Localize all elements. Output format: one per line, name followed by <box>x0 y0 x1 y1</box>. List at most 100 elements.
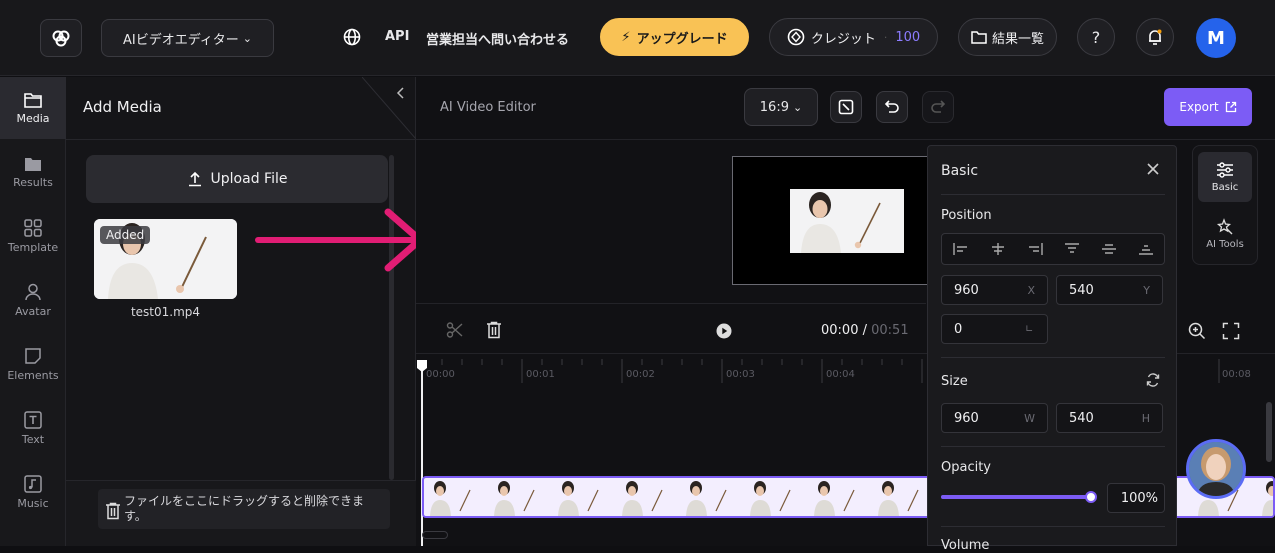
opacity-value: 100% <box>1120 490 1158 506</box>
export-label: Export <box>1179 100 1219 114</box>
position-y-suffix: Y <box>1143 283 1150 297</box>
logo-button[interactable] <box>40 19 82 57</box>
credits-button[interactable]: クレジット · 100 <box>769 18 938 56</box>
delete-clip-button[interactable] <box>486 321 502 343</box>
angle-icon: ∟ <box>1025 323 1034 335</box>
added-badge: Added <box>100 226 151 244</box>
grid-icon <box>24 218 42 237</box>
opacity-slider-fill <box>941 495 1091 499</box>
redo-button[interactable] <box>922 91 954 123</box>
nav-text[interactable]: Text <box>0 397 66 459</box>
playhead-handle[interactable] <box>416 359 428 373</box>
align-left-icon[interactable] <box>952 243 969 255</box>
results-list-button[interactable]: 結果一覧 <box>958 18 1057 56</box>
editor-title: AI Video Editor <box>440 100 536 115</box>
refresh-icon <box>1146 373 1160 387</box>
canvas-divider <box>416 303 926 304</box>
chevron-down-icon: ⌄ <box>242 31 253 45</box>
size-width-field[interactable]: 960 W <box>941 403 1048 433</box>
nav-elements[interactable]: Elements <box>0 333 66 395</box>
panel-title: Add Media <box>83 98 162 116</box>
nav-avatar-label: Avatar <box>15 304 51 318</box>
export-button[interactable]: Export <box>1164 88 1252 126</box>
nav-template[interactable]: Template <box>0 205 66 267</box>
folder-icon <box>971 31 987 44</box>
position-x-value: 960 <box>954 282 979 298</box>
nav-results[interactable]: Results <box>0 141 66 203</box>
size-height-field[interactable]: 540 H <box>1056 403 1163 433</box>
nav-music[interactable]: Music <box>0 461 66 523</box>
nav-media[interactable]: Media <box>0 77 66 139</box>
position-y-field[interactable]: 540 Y <box>1056 275 1163 305</box>
align-center-h-icon[interactable] <box>990 243 1006 255</box>
app-switcher-label: AIビデオエディター <box>122 32 239 48</box>
trash-icon <box>106 502 120 520</box>
time-separator: / <box>858 323 872 338</box>
playhead[interactable] <box>421 360 423 546</box>
collapse-panel-button[interactable] <box>362 77 416 139</box>
contact-sales-link[interactable]: 営業担当へ問い合わせる <box>426 29 569 48</box>
undo-button[interactable] <box>876 91 908 123</box>
upload-file-label: Upload File <box>210 171 288 187</box>
chevron-left-icon <box>396 87 404 99</box>
align-top-icon[interactable] <box>1064 243 1080 255</box>
chevron-down-icon: ⌄ <box>792 100 803 114</box>
tick-1: 00:01 <box>526 369 555 380</box>
media-thumbnail[interactable]: Added <box>94 219 237 299</box>
credits-label: クレジット <box>810 31 876 47</box>
opacity-value-field[interactable]: 100% <box>1107 483 1165 513</box>
play-icon <box>716 323 732 339</box>
size-height-value: 540 <box>1069 410 1094 426</box>
close-panel-button[interactable] <box>1146 161 1160 180</box>
align-bottom-icon[interactable] <box>1138 243 1154 255</box>
notifications-button[interactable] <box>1136 18 1174 56</box>
user-avatar-letter: M <box>1207 27 1225 49</box>
play-button[interactable] <box>716 323 732 343</box>
drop-hint-text: ファイルをここにドラッグすると削除できます。 <box>124 494 365 523</box>
lock-ratio-button[interactable] <box>1145 372 1161 392</box>
external-link-icon <box>1225 101 1236 113</box>
upgrade-button[interactable]: ⚡︎ アップグレード <box>600 18 749 56</box>
assistant-avatar-button[interactable] <box>1186 439 1246 499</box>
fullscreen-button[interactable] <box>1222 322 1240 344</box>
tool-basic[interactable]: Basic <box>1198 152 1252 202</box>
scissors-icon <box>446 322 463 338</box>
editor-header-divider <box>416 139 1275 140</box>
zoom-in-button[interactable] <box>1188 322 1206 344</box>
position-label: Position <box>941 208 992 223</box>
preview-video-frame[interactable] <box>790 189 904 253</box>
drag-arrow-annotation <box>255 208 424 272</box>
opacity-slider-handle[interactable] <box>1085 491 1097 503</box>
user-avatar[interactable]: M <box>1196 18 1236 58</box>
app-switcher-dropdown[interactable]: AIビデオエディター ⌄ <box>101 19 274 57</box>
left-nav: Media Results Template Avatar Elements T… <box>0 77 66 546</box>
fullscreen-icon <box>1222 322 1240 340</box>
rotation-field[interactable]: 0 ∟ <box>941 314 1048 344</box>
help-button[interactable]: ? <box>1077 18 1115 56</box>
align-middle-icon[interactable] <box>1101 243 1117 255</box>
nav-template-label: Template <box>7 240 59 254</box>
delete-drop-zone[interactable]: ファイルをここにドラッグすると削除できます。 <box>66 480 416 546</box>
upload-file-button[interactable]: Upload File <box>86 155 388 203</box>
opacity-slider-track[interactable] <box>941 491 1097 503</box>
align-right-icon[interactable] <box>1027 243 1043 255</box>
credits-value: 100 <box>895 29 921 45</box>
panel-scrollbar[interactable] <box>389 155 394 480</box>
tick-8: 00:08 <box>1222 369 1251 380</box>
nav-avatar[interactable]: Avatar <box>0 269 66 331</box>
tool-ai[interactable]: AI Tools <box>1198 212 1252 256</box>
timeline-scrollbar[interactable] <box>422 531 448 539</box>
api-link[interactable]: API <box>385 29 409 44</box>
sticker-icon <box>25 347 41 364</box>
alignment-toolbar <box>941 233 1165 265</box>
globe-icon[interactable] <box>343 28 361 50</box>
basic-panel-title: Basic <box>941 163 979 179</box>
basic-properties-panel: Basic Position 960 X 540 Y 0 ∟ Size 960 … <box>927 145 1177 553</box>
preview-canvas[interactable] <box>732 156 932 285</box>
timeline-vertical-scrollbar[interactable] <box>1266 402 1272 462</box>
crop-button[interactable] <box>830 91 862 123</box>
position-x-field[interactable]: 960 X <box>941 275 1048 305</box>
aspect-ratio-dropdown[interactable]: 16:9 ⌄ <box>744 88 818 126</box>
split-button[interactable] <box>446 321 464 343</box>
rotation-value: 0 <box>954 321 963 337</box>
